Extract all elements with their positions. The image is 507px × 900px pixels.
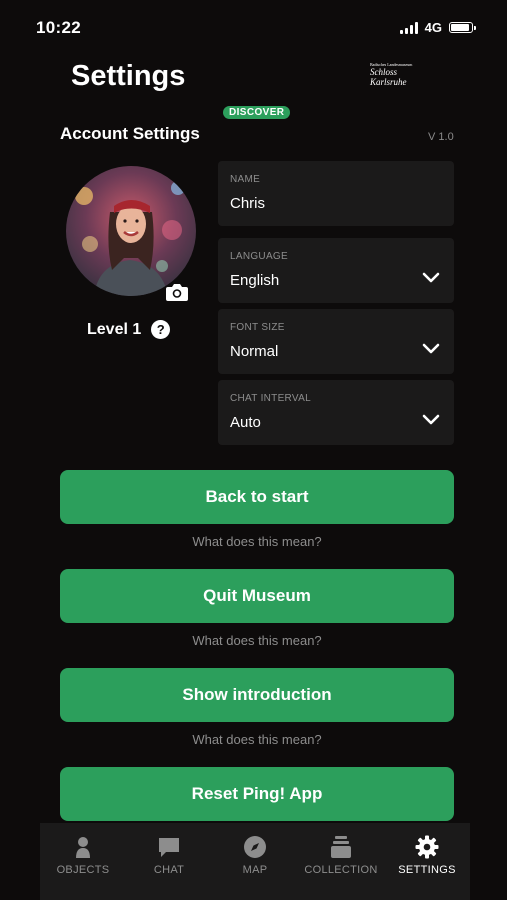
version-label: V 1.0 [428,131,454,143]
tab-collection-label: COLLECTION [304,864,378,876]
language-label: LANGUAGE [230,251,288,262]
show-introduction-hint-link[interactable]: What does this mean? [60,732,454,747]
name-field-label: NAME [230,174,261,185]
chat-interval-value: Auto [230,414,261,431]
avatar[interactable] [66,166,196,296]
avatar-photo [66,166,196,296]
person-icon [76,837,90,858]
reset-app-button[interactable]: Reset Ping! App [60,767,454,821]
font-size-select[interactable]: FONT SIZE Normal [218,309,454,374]
logo-line-2: Karlsruhe [370,77,407,87]
tab-map-label: MAP [242,864,268,876]
tab-objects-label: OBJECTS [56,864,110,876]
compass-icon [244,836,266,858]
logo-line-1: Schloss [370,67,397,77]
discover-badge: DISCOVER [223,106,291,119]
chevron-down-icon[interactable] [422,343,440,355]
chat-interval-select[interactable]: CHAT INTERVAL Auto [218,380,454,445]
gear-icon [415,835,439,859]
status-bar: 10:22 4G [0,0,507,56]
level-indicator: Level 1 ? [87,320,171,339]
tab-chat-label: CHAT [153,864,185,876]
back-to-start-button[interactable]: Back to start [60,470,454,524]
chat-icon [159,838,179,857]
show-introduction-button[interactable]: Show introduction [60,668,454,722]
chevron-down-icon[interactable] [422,272,440,284]
tab-collection[interactable]: COLLECTION [298,823,384,900]
back-to-start-hint-link[interactable]: What does this mean? [60,534,454,549]
language-value: English [230,272,280,289]
section-title: Account Settings [60,124,200,143]
chevron-down-icon[interactable] [422,414,440,426]
signal-icon [399,21,418,34]
network-label: 4G [424,20,442,35]
museum-logo: Badisches Landesmuseum Schloss Karlsruhe [370,62,428,96]
quit-museum-hint-link[interactable]: What does this mean? [60,633,454,648]
quit-museum-button[interactable]: Quit Museum [60,569,454,623]
language-select[interactable]: LANGUAGE English [218,238,454,303]
font-size-value: Normal [230,343,279,360]
tab-chat[interactable]: CHAT [126,823,212,900]
stack-icon [331,836,351,858]
font-size-label: FONT SIZE [230,322,285,333]
chat-interval-label: CHAT INTERVAL [230,393,311,404]
camera-icon[interactable] [165,282,189,302]
tab-objects[interactable]: OBJECTS [40,823,126,900]
status-indicators: 4G [399,20,476,35]
name-field[interactable]: NAME Chris [218,161,454,226]
battery-icon [449,22,476,33]
bottom-tab-bar: OBJECTS CHAT MAP COLLECTION SETTINGS [40,823,470,900]
tab-settings-label: SETTINGS [398,864,456,876]
level-label: Level 1 [87,320,142,338]
help-icon[interactable]: ? [151,320,171,339]
name-field-value[interactable]: Chris [230,195,265,212]
tab-settings[interactable]: SETTINGS [384,823,470,900]
tab-map[interactable]: MAP [212,823,298,900]
status-time: 10:22 [36,18,81,37]
page-title: Settings [71,60,186,92]
